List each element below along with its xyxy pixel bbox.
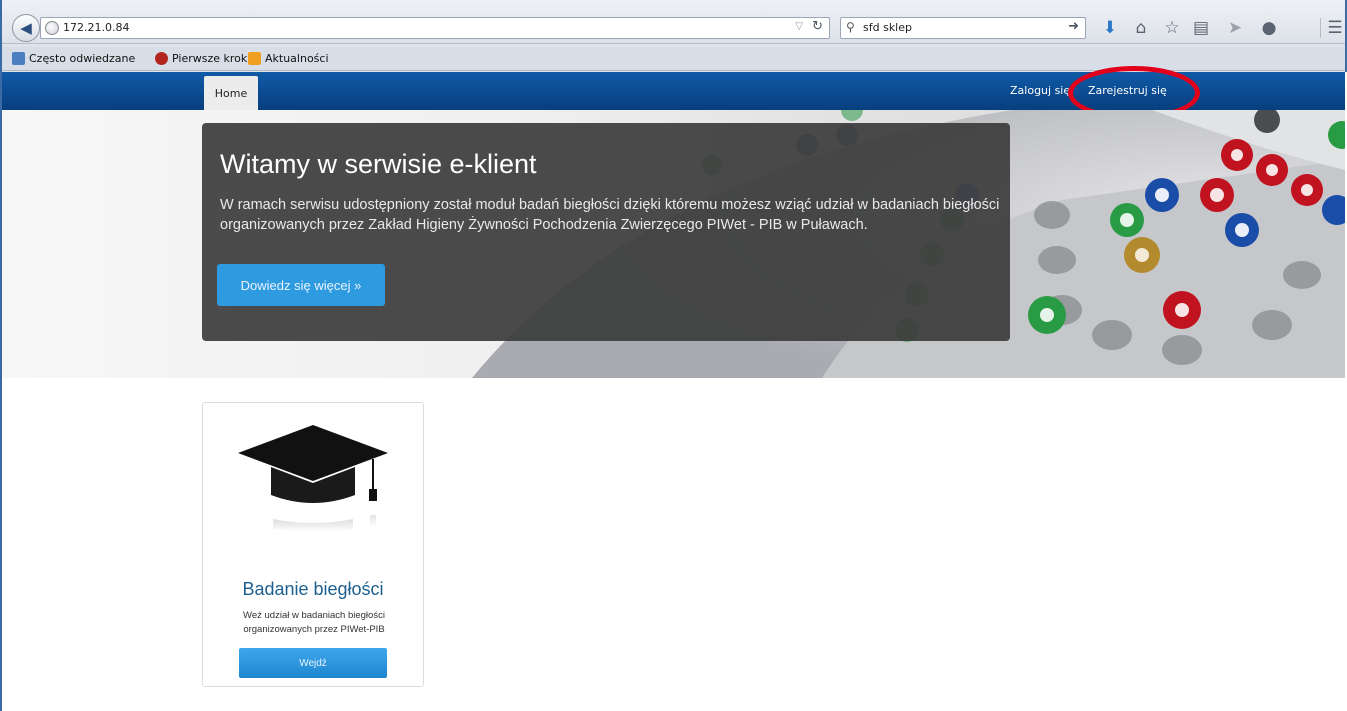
search-input[interactable]: sfd sklep (863, 21, 912, 34)
reload-icon[interactable]: ↻ (812, 19, 823, 34)
bookmark-label: Aktualności (265, 52, 329, 65)
hero-jumbotron: Witamy w serwisie e-klient W ramach serw… (202, 123, 1010, 341)
globe-icon (45, 21, 59, 35)
browser-chrome: ◀ 172.21.0.84 ▽ ↻ ⚲ sfd sklep ➜ ⬇ ⌂ ☆ ▤ … (0, 0, 1347, 72)
url-dropdown-icon[interactable]: ▽ (795, 21, 803, 32)
home-icon[interactable]: ⌂ (1130, 18, 1152, 38)
nav-home-tab[interactable]: Home (204, 76, 258, 110)
back-arrow-icon: ◀ (20, 19, 32, 37)
proficiency-testing-card: Badanie biegłości Weź udział w badaniach… (202, 402, 424, 687)
graduation-cap-icon (238, 425, 388, 532)
browser-toolbar: ◀ 172.21.0.84 ▽ ↻ ⚲ sfd sklep ➜ ⬇ ⌂ ☆ ▤ … (2, 0, 1345, 44)
firefox-icon (155, 52, 168, 65)
frequent-icon (12, 52, 25, 65)
search-go-icon[interactable]: ➜ (1068, 19, 1079, 34)
send-icon[interactable]: ➤ (1224, 18, 1246, 38)
bookmark-news[interactable]: Aktualności (248, 52, 329, 65)
rss-icon (248, 52, 261, 65)
learn-more-button[interactable]: Dowiedz się więcej » (217, 264, 385, 306)
url-text: 172.21.0.84 (63, 21, 130, 34)
download-icon[interactable]: ⬇ (1099, 18, 1121, 38)
enter-button[interactable]: Wejdź (239, 648, 387, 678)
url-bar[interactable]: 172.21.0.84 ▽ ↻ (40, 17, 830, 39)
star-icon[interactable]: ☆ (1161, 18, 1183, 38)
hero-description: W ramach serwisu udostępniony został mod… (220, 197, 1000, 233)
search-bar[interactable]: ⚲ sfd sklep ➜ (840, 17, 1086, 39)
reading-list-icon[interactable]: ▤ (1190, 18, 1212, 38)
bookmark-frequent[interactable]: Często odwiedzane (12, 52, 135, 65)
menu-icon[interactable]: ☰ (1324, 18, 1346, 38)
bookmark-first-steps[interactable]: Pierwsze kroki (155, 52, 250, 65)
login-link[interactable]: Zaloguj się (1010, 84, 1070, 97)
card-title: Badanie biegłości (242, 579, 384, 599)
chat-icon[interactable]: ● (1258, 18, 1280, 38)
bookmark-label: Często odwiedzane (29, 52, 136, 65)
hero-title: Witamy w serwisie e-klient (220, 149, 537, 179)
search-icon: ⚲ (846, 20, 855, 34)
back-button[interactable]: ◀ (12, 14, 40, 42)
toolbar-separator (1320, 18, 1321, 38)
bookmark-label: Pierwsze kroki (172, 52, 251, 65)
card-description: Weź udział w badaniach biegłości organiz… (243, 610, 385, 635)
